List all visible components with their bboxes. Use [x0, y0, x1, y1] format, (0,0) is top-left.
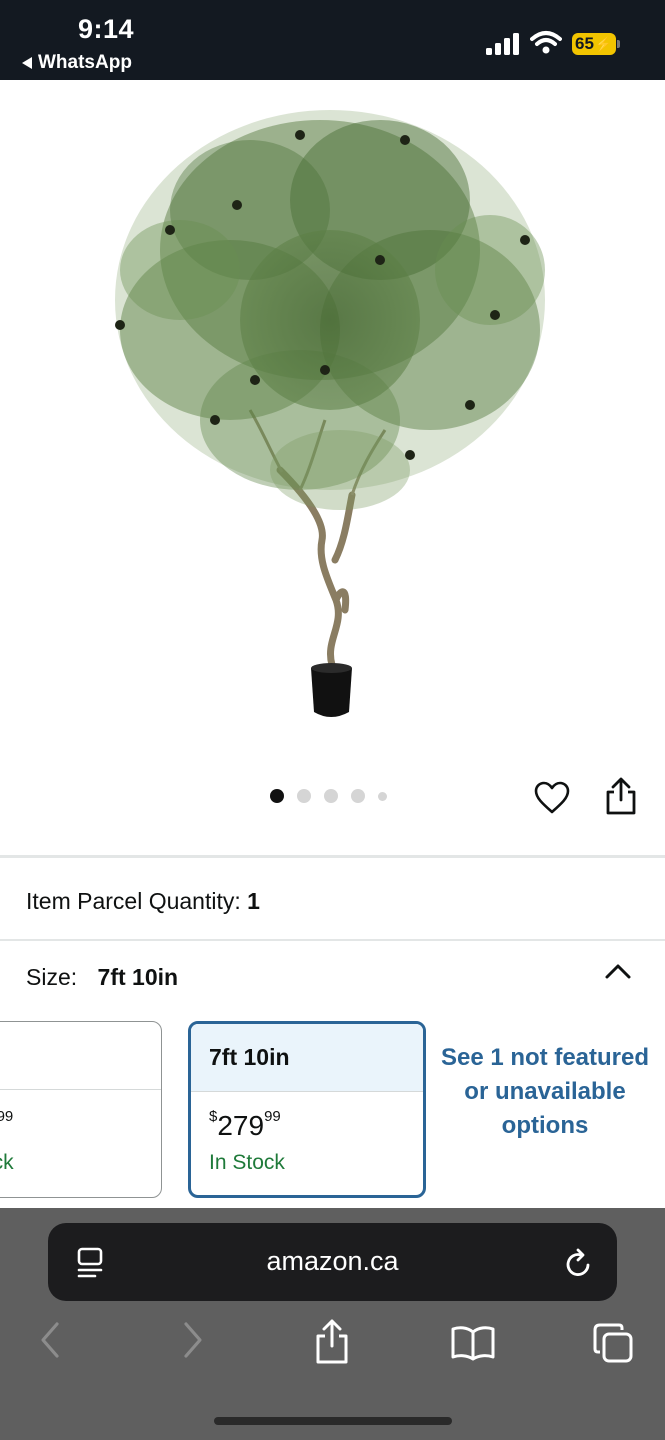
price-cents: 99: [264, 1107, 281, 1125]
size-option-price: $27999: [209, 1107, 281, 1142]
parcel-quantity-row: Item Parcel Quantity: 1: [26, 888, 260, 915]
stock-status: ock: [0, 1151, 14, 1174]
battery-indicator: 65 ⚡: [572, 33, 616, 55]
back-to-app-link[interactable]: WhatsApp: [22, 52, 132, 74]
status-bar: 9:14 WhatsApp 65 ⚡: [0, 0, 665, 80]
bookmarks-icon[interactable]: [450, 1324, 496, 1362]
parcel-quantity-label: Item Parcel Quantity:: [26, 888, 241, 914]
stock-status: In Stock: [209, 1151, 285, 1174]
battery-level: 65: [575, 34, 594, 53]
size-selected-value: 7ft 10in: [97, 964, 179, 990]
size-option-name: 7ft 10in: [191, 1024, 423, 1092]
status-time: 9:14: [78, 14, 135, 44]
back-arrow-icon: [22, 57, 32, 69]
image-carousel-dots[interactable]: [270, 789, 387, 803]
chevron-up-icon[interactable]: [604, 960, 632, 982]
carousel-dot[interactable]: [324, 789, 338, 803]
carousel-dot[interactable]: [378, 791, 387, 801]
share-icon[interactable]: [603, 776, 639, 816]
product-image[interactable]: [0, 80, 665, 770]
carousel-dot[interactable]: [351, 789, 365, 803]
back-icon[interactable]: [38, 1320, 62, 1360]
olive-tree-image: [115, 110, 545, 717]
browser-toolbar: amazon.ca: [0, 1208, 665, 1440]
parcel-quantity-value: 1: [247, 888, 260, 914]
heart-icon[interactable]: [533, 779, 571, 817]
price-cents: 99: [0, 1107, 14, 1125]
back-app-label: WhatsApp: [38, 52, 132, 73]
size-option-price: 999: [0, 1107, 14, 1142]
wifi-icon: [530, 31, 562, 54]
size-option-name: [0, 1022, 161, 1090]
address-bar[interactable]: amazon.ca: [48, 1223, 617, 1301]
size-label: Size:: [26, 964, 78, 990]
charging-bolt-icon: ⚡: [594, 35, 613, 52]
url-text: amazon.ca: [266, 1246, 399, 1276]
price-currency: $: [209, 1107, 218, 1125]
reload-icon[interactable]: [564, 1247, 594, 1279]
size-option-card[interactable]: 999 ock: [0, 1021, 162, 1198]
section-divider: [0, 855, 665, 858]
carousel-dot[interactable]: [297, 789, 311, 803]
row-divider: [0, 939, 665, 941]
carousel-dot[interactable]: [270, 789, 284, 803]
see-unavailable-options-link[interactable]: See 1 not featured or unavailable option…: [440, 1041, 650, 1143]
size-row[interactable]: Size: 7ft 10in: [26, 964, 178, 991]
battery-tip: [617, 40, 620, 48]
tabs-icon[interactable]: [592, 1322, 634, 1364]
share-icon[interactable]: [313, 1318, 351, 1366]
home-indicator: [214, 1417, 452, 1425]
cellular-signal-icon: [486, 33, 519, 55]
price-whole: 279: [217, 1110, 265, 1141]
size-option-card-selected[interactable]: 7ft 10in $27999 In Stock: [188, 1021, 426, 1198]
forward-icon[interactable]: [181, 1320, 205, 1360]
